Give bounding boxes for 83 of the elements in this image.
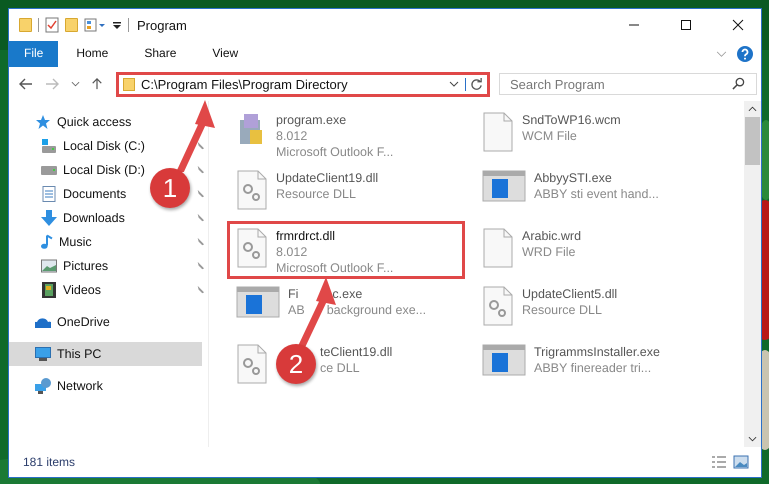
item-count: 181 items <box>23 455 76 469</box>
scrollbar[interactable] <box>744 101 761 447</box>
file-name: UpdateClient19.dll <box>276 170 378 186</box>
gear-file-icon <box>236 170 268 210</box>
file-name: SndToWP16.wcm <box>522 112 621 128</box>
gear-file-icon <box>236 344 268 384</box>
sidebar-item[interactable]: Music <box>9 230 96 254</box>
file-name: program.exe <box>276 112 346 128</box>
file-detail: Microsoft Outlook F... <box>276 260 394 276</box>
file-name: Arabic.wrd <box>522 228 582 244</box>
file-name: UpdateClient5.dll <box>522 286 618 302</box>
file-item[interactable]: frmrdrct.dll 8.012 Microsoft Outlook F... <box>227 221 465 279</box>
sidebar-item[interactable]: Local Disk (D:) <box>9 158 149 182</box>
file-detail: WCM File <box>522 128 577 144</box>
sidebar-item[interactable]: Network <box>9 374 107 398</box>
application-icon <box>236 286 280 318</box>
ribbon-tab[interactable]: File <box>9 41 58 67</box>
chevron-down-icon[interactable] <box>449 81 459 87</box>
music-note-icon <box>41 234 53 250</box>
picture-icon <box>41 258 57 274</box>
close-icon[interactable] <box>732 19 744 31</box>
file-name: Fi <box>288 286 298 302</box>
scroll-down-icon[interactable] <box>748 436 757 442</box>
file-name: AbbyySTI.exe <box>534 170 612 186</box>
caret-icon[interactable] <box>112 20 122 30</box>
film-icon <box>41 282 57 298</box>
address-bar[interactable]: C:\Program Files\Program Directory <box>116 72 490 96</box>
maximize-icon[interactable] <box>680 19 692 31</box>
file-detail: 8.012 <box>276 128 308 144</box>
gear-file-icon <box>236 228 268 268</box>
download-icon <box>41 210 57 226</box>
file-detail: WRD File <box>522 244 576 260</box>
sidebar-item[interactable]: This PC <box>9 342 202 366</box>
file-detail: AB <box>288 302 305 318</box>
file-detail: Microsoft Outlook F... <box>276 144 394 160</box>
gear-file-icon <box>482 286 514 326</box>
blank-file-icon <box>482 112 514 152</box>
drive-icon <box>41 166 57 174</box>
checklist-icon[interactable] <box>45 17 59 33</box>
sidebar-item[interactable]: Quick access <box>9 110 136 134</box>
drive-icon <box>41 138 57 154</box>
sidebar-item[interactable]: Videos <box>9 278 105 302</box>
file-detail: ce DLL <box>320 360 360 376</box>
file-name: frmrdrct.dll <box>276 228 336 244</box>
sidebar-item[interactable]: Local Disk (C:) <box>9 134 149 158</box>
view-options-icon[interactable] <box>84 18 106 32</box>
back-arrow-icon[interactable] <box>19 78 33 90</box>
ribbon-tab[interactable]: Share <box>126 41 194 67</box>
application-icon <box>482 170 526 202</box>
file-name: TrigrammsInstaller.exe <box>534 344 660 360</box>
chevron-down-icon[interactable] <box>71 81 80 87</box>
blank-file-icon <box>482 228 514 268</box>
file-detail: Resource DLL <box>276 186 356 202</box>
scroll-thumb[interactable] <box>745 117 760 165</box>
file-detail: ABBY sti event hand... <box>534 186 659 202</box>
search-field[interactable]: Search Program <box>499 73 757 95</box>
tiles-view-icon[interactable] <box>733 455 749 469</box>
file-detail: Resource DLL <box>522 302 602 318</box>
sidebar-item[interactable]: Downloads <box>9 206 129 230</box>
network-icon <box>35 378 51 394</box>
file-detail: background exe... <box>326 302 426 318</box>
window-title: Program <box>137 18 187 32</box>
help-icon[interactable] <box>737 46 753 62</box>
file-name: c.exe <box>332 286 362 302</box>
sidebar-item[interactable]: Pictures <box>9 254 112 278</box>
sidebar-item[interactable]: Documents <box>9 182 130 206</box>
sidebar-item[interactable]: OneDrive <box>9 310 114 334</box>
ribbon-tab[interactable]: View <box>194 41 256 67</box>
ribbon-tab[interactable]: Home <box>58 41 126 67</box>
details-view-icon[interactable] <box>711 455 727 469</box>
star-icon <box>35 114 51 130</box>
scroll-up-icon[interactable] <box>748 106 757 112</box>
document-icon <box>41 186 57 202</box>
address-path: C:\Program Files\Program Directory <box>141 76 348 92</box>
cloud-icon <box>35 316 51 328</box>
application-icon <box>482 344 526 376</box>
file-detail: 8.012 <box>276 244 308 260</box>
monitor-icon <box>35 346 51 362</box>
file-detail: ABBY finereader tri... <box>534 360 652 376</box>
up-arrow-icon[interactable] <box>90 78 104 90</box>
file-name: teClient19.dll <box>320 344 392 360</box>
search-icon <box>732 77 745 90</box>
folder-icon <box>123 78 135 90</box>
